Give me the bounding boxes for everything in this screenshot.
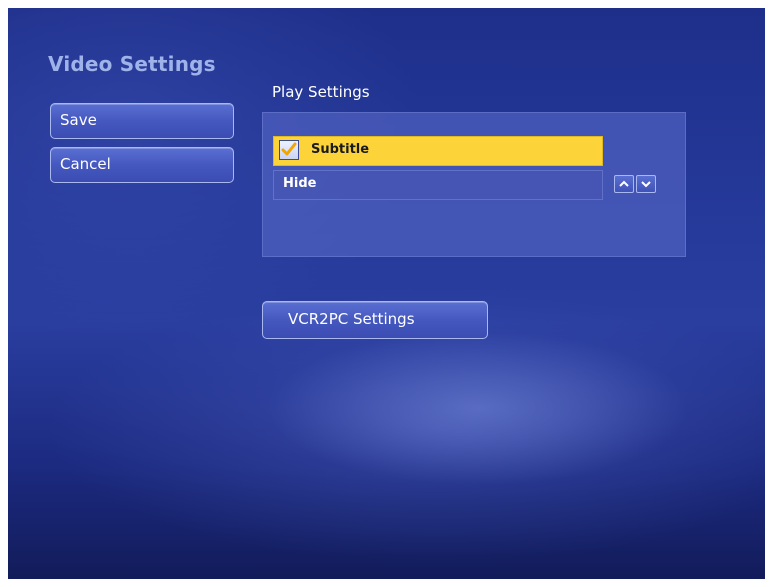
chevron-up-icon (619, 180, 629, 187)
chevron-down-icon (641, 181, 651, 188)
page-title: Video Settings (48, 52, 216, 76)
save-button[interactable]: Save (50, 103, 234, 139)
vcr2pc-settings-button[interactable]: VCR2PC Settings (262, 301, 488, 339)
media-center-screen (8, 8, 765, 579)
value-up-button[interactable] (614, 175, 634, 193)
subtitle-value-row (273, 170, 603, 200)
value-down-button[interactable] (636, 175, 656, 193)
play-settings-label: Play Settings (272, 83, 370, 101)
subtitle-checkbox[interactable] (279, 140, 299, 160)
subtitle-label: Subtitle (311, 142, 370, 157)
checkmark-icon (281, 142, 297, 156)
cancel-button[interactable]: Cancel (50, 147, 234, 183)
subtitle-value: Hide (283, 176, 317, 191)
